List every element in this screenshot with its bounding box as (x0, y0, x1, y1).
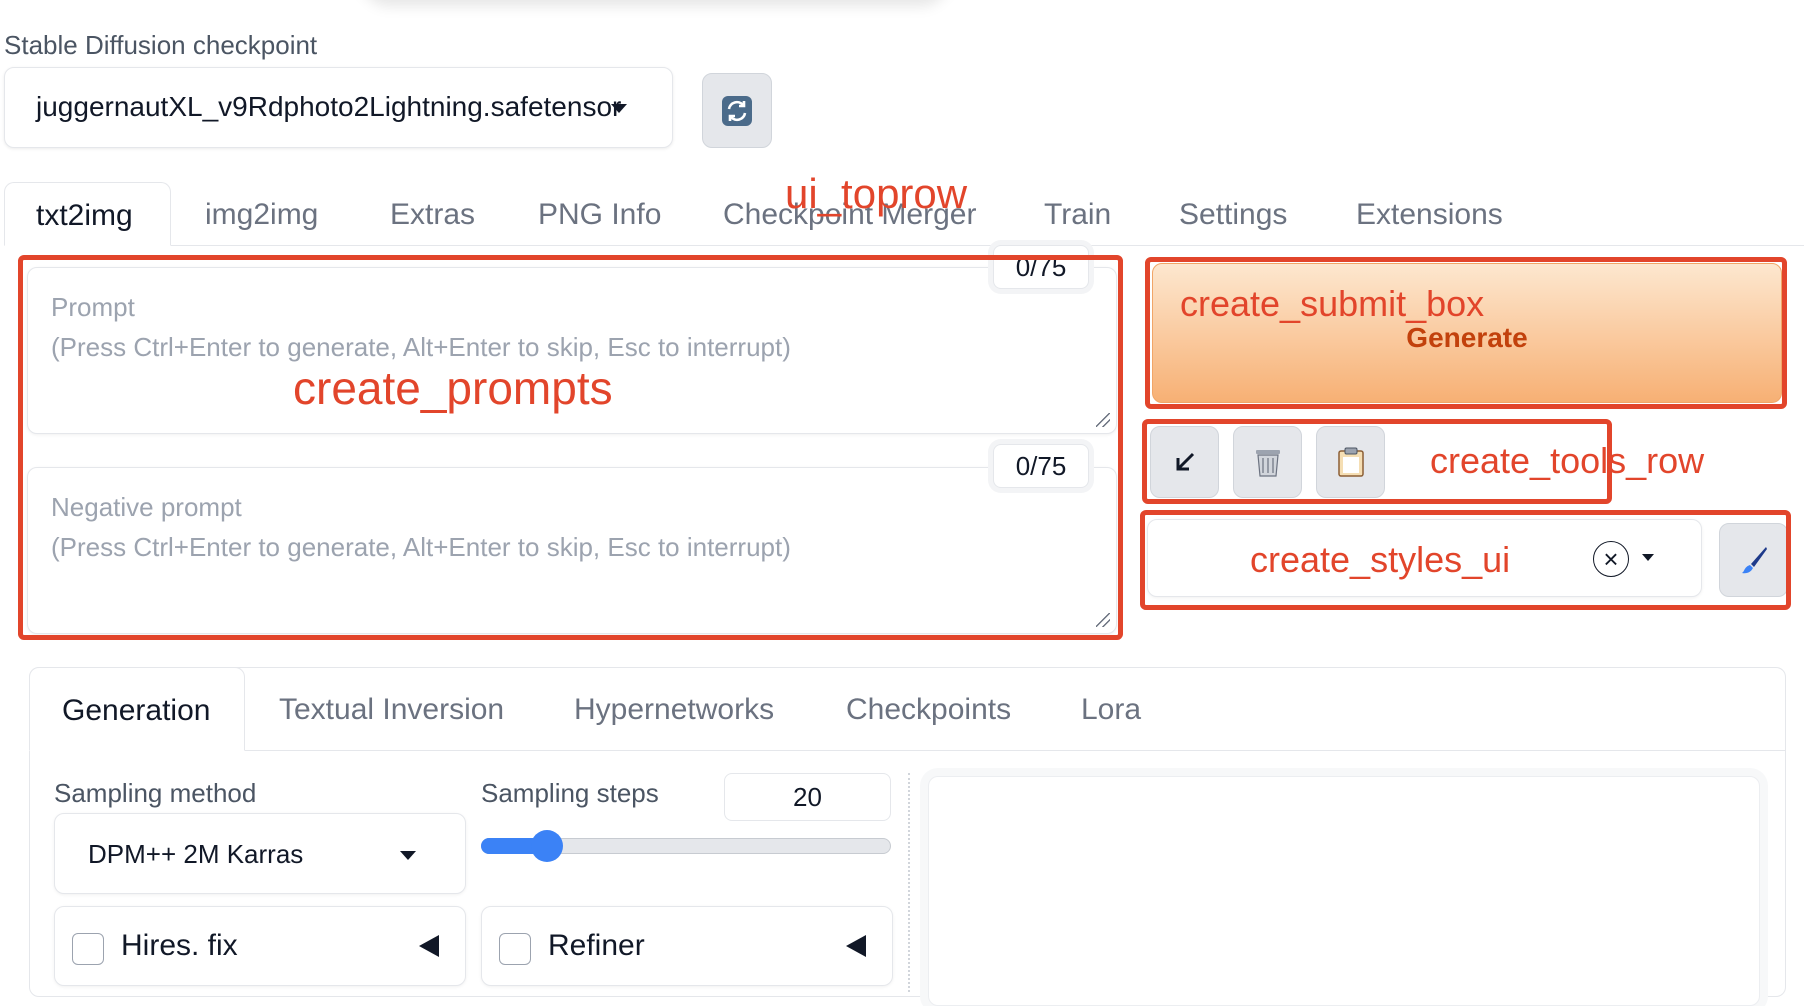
annotation-create-submit-box: create_submit_box (1180, 283, 1485, 324)
tab-label: txt2img (36, 199, 133, 232)
generation-tabbar-divider (29, 750, 1786, 751)
tab-textual-inversion[interactable]: Textual Inversion (279, 693, 504, 727)
checkpoint-value: juggernautXL_v9Rdphoto2Lightning.safeten… (36, 91, 622, 122)
annotation-create-prompts: create_prompts (293, 362, 613, 414)
annotation-create-tools-row: create_tools_row (1430, 440, 1705, 481)
checkpoint-label: Stable Diffusion checkpoint (4, 30, 318, 60)
sampling-steps-label: Sampling steps (481, 778, 659, 808)
hires-fix-checkbox[interactable] (72, 933, 104, 965)
annotation-ui-toprow: ui_toprow (785, 170, 968, 217)
annotation-box-submit (1145, 257, 1787, 409)
column-separator (908, 773, 910, 992)
sampling-method-dropdown[interactable]: DPM++ 2M Karras (54, 813, 466, 894)
tab-train[interactable]: Train (1044, 198, 1111, 232)
slider-thumb[interactable] (531, 830, 563, 862)
tab-txt2img[interactable]: txt2img (4, 182, 171, 246)
tab-label: Generation (62, 694, 211, 727)
annotation-create-styles-ui: create_styles_ui (1250, 539, 1511, 580)
tab-settings[interactable]: Settings (1179, 198, 1287, 232)
refiner-label: Refiner (548, 929, 645, 962)
tab-hypernetworks[interactable]: Hypernetworks (574, 693, 774, 727)
tab-checkpoints[interactable]: Checkpoints (846, 693, 1011, 727)
sampling-method-value: DPM++ 2M Karras (88, 839, 304, 869)
refresh-icon (722, 95, 752, 126)
chevron-down-icon (611, 104, 627, 113)
refiner-accordion[interactable]: Refiner (481, 906, 893, 986)
chevron-down-icon (400, 851, 416, 860)
tab-png-info[interactable]: PNG Info (538, 198, 661, 232)
tab-extras[interactable]: Extras (390, 198, 475, 232)
refiner-checkbox[interactable] (499, 933, 531, 965)
tab-generation[interactable]: Generation (29, 667, 245, 751)
hires-fix-accordion[interactable]: Hires. fix (54, 906, 466, 986)
output-gallery (928, 776, 1760, 1006)
collapse-arrow-icon[interactable] (419, 935, 439, 957)
refresh-checkpoints-button[interactable] (702, 73, 772, 148)
hires-fix-label: Hires. fix (121, 929, 238, 962)
sampling-steps-input[interactable]: 20 (724, 773, 891, 821)
checkpoint-dropdown[interactable]: juggernautXL_v9Rdphoto2Lightning.safeten… (4, 67, 673, 148)
tabbar-divider (4, 245, 1804, 246)
collapse-arrow-icon[interactable] (846, 935, 866, 957)
tab-lora[interactable]: Lora (1081, 693, 1141, 727)
annotation-box-prompts (18, 255, 1123, 640)
tab-extensions[interactable]: Extensions (1356, 198, 1503, 232)
sampling-method-label: Sampling method (54, 778, 257, 808)
tab-img2img[interactable]: img2img (205, 198, 318, 232)
